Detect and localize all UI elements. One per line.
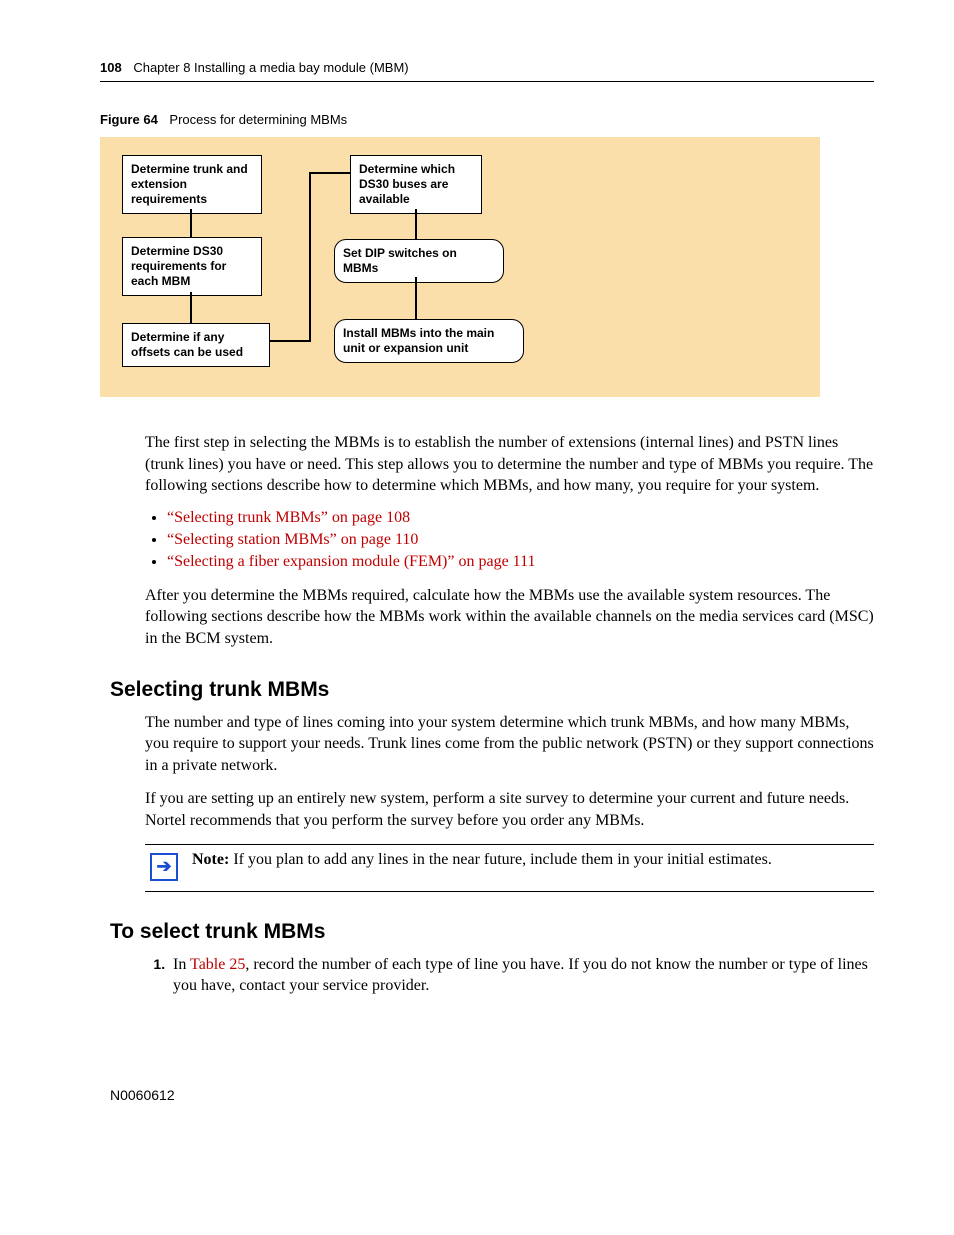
- document-id: N0060612: [110, 1087, 874, 1103]
- steps-list: In Table 25, record the number of each t…: [145, 954, 874, 997]
- figure-label: Figure 64: [100, 112, 158, 127]
- list-item: “Selecting a fiber expansion module (FEM…: [167, 553, 874, 571]
- section1-p1: The number and type of lines coming into…: [145, 712, 874, 777]
- step-text-rest: , record the number of each type of line…: [173, 956, 868, 995]
- note-text: Note: If you plan to add any lines in th…: [192, 851, 869, 869]
- flow-box-dip-switches: Set DIP switches on MBMs: [334, 239, 504, 283]
- step-1: In Table 25, record the number of each t…: [169, 954, 874, 997]
- link-table-25[interactable]: Table 25: [190, 956, 245, 973]
- note-block: ➔ Note: If you plan to add any lines in …: [145, 844, 874, 892]
- link-station-mbms[interactable]: “Selecting station MBMs” on page 110: [167, 531, 418, 548]
- list-item: “Selecting trunk MBMs” on page 108: [167, 509, 874, 527]
- chapter-title: Chapter 8 Installing a media bay module …: [133, 60, 408, 75]
- link-trunk-mbms[interactable]: “Selecting trunk MBMs” on page 108: [167, 509, 410, 526]
- flow-box-install: Install MBMs into the main unit or expan…: [334, 319, 524, 363]
- section1-p2: If you are setting up an entirely new sy…: [145, 788, 874, 831]
- step-text-prefix: In: [173, 956, 190, 973]
- section-heading-to-select: To select trunk MBMs: [110, 920, 874, 944]
- figure-caption: Figure 64 Process for determining MBMs: [100, 112, 874, 127]
- flow-box-trunk-ext: Determine trunk and extension requiremen…: [122, 155, 262, 214]
- intro-paragraph-2: After you determine the MBMs required, c…: [145, 585, 874, 650]
- figure-title: Process for determining MBMs: [169, 112, 347, 127]
- section-heading-selecting-trunk: Selecting trunk MBMs: [110, 678, 874, 702]
- arrow-icon: ➔: [150, 853, 178, 881]
- note-label: Note:: [192, 851, 229, 868]
- note-body: If you plan to add any lines in the near…: [229, 851, 772, 868]
- page-header: 108 Chapter 8 Installing a media bay mod…: [100, 60, 874, 82]
- link-list: “Selecting trunk MBMs” on page 108 “Sele…: [145, 509, 874, 571]
- list-item: “Selecting station MBMs” on page 110: [167, 531, 874, 549]
- page-number: 108: [100, 60, 122, 75]
- link-fem[interactable]: “Selecting a fiber expansion module (FEM…: [167, 553, 535, 570]
- flow-box-ds30-buses: Determine which DS30 buses are available: [350, 155, 482, 214]
- flow-box-ds30-req: Determine DS30 requirements for each MBM: [122, 237, 262, 296]
- flowchart: Determine trunk and extension requiremen…: [100, 137, 820, 397]
- intro-paragraph-1: The first step in selecting the MBMs is …: [145, 432, 874, 497]
- flow-box-offsets: Determine if any offsets can be used: [122, 323, 270, 367]
